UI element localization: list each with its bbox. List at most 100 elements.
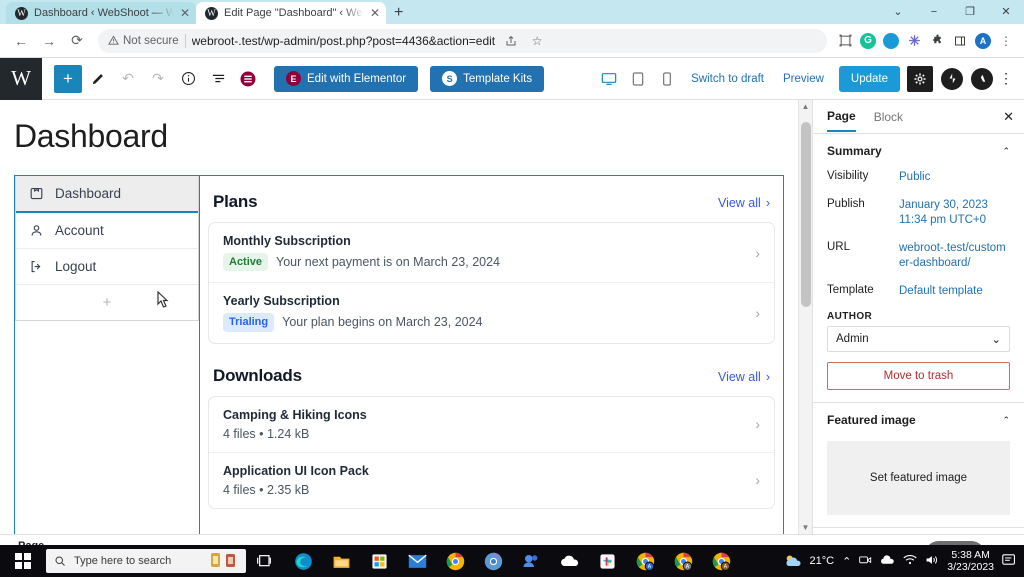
- share-icon[interactable]: [501, 31, 521, 51]
- slack-icon[interactable]: [588, 545, 626, 577]
- customer-dashboard-block[interactable]: Dashboard Account Logout +: [14, 175, 784, 534]
- puzzle-extensions-icon[interactable]: [927, 31, 947, 51]
- elementor-badge-icon[interactable]: [234, 65, 262, 93]
- weather-widget[interactable]: 21°C: [783, 553, 834, 569]
- row-value[interactable]: January 30, 2023 11:34 pm UTC+0: [899, 198, 1010, 229]
- editor-scrollbar[interactable]: ▲ ▼: [798, 100, 812, 534]
- row-value[interactable]: webroot-.test/customer-dashboard/: [899, 241, 1010, 272]
- move-to-trash-button[interactable]: Move to trash: [827, 362, 1010, 390]
- chevron-right-icon[interactable]: ›: [745, 245, 760, 261]
- more-options-icon[interactable]: ⋮: [996, 70, 1016, 87]
- astra-icon[interactable]: [971, 68, 993, 90]
- chevron-right-icon[interactable]: ›: [745, 416, 760, 432]
- set-featured-image-button[interactable]: Set featured image: [827, 441, 1010, 515]
- chevron-right-icon[interactable]: ›: [745, 305, 760, 321]
- chrome-profile-a-icon[interactable]: A: [626, 545, 664, 577]
- tab-block[interactable]: Block: [874, 102, 903, 131]
- back-icon[interactable]: ←: [8, 28, 34, 54]
- page-title[interactable]: Dashboard: [0, 118, 798, 175]
- edit-with-elementor-button[interactable]: E Edit with Elementor: [274, 66, 418, 92]
- sidebar-item-account[interactable]: Account: [16, 213, 198, 249]
- file-explorer-icon[interactable]: [322, 545, 360, 577]
- close-icon[interactable]: ✕: [180, 7, 190, 19]
- search-input[interactable]: Type here to search: [46, 549, 246, 573]
- notifications-icon[interactable]: [1002, 553, 1016, 569]
- volume-icon[interactable]: [925, 554, 939, 569]
- details-info-icon[interactable]: [174, 65, 202, 93]
- featured-image-header[interactable]: Featured image ⌃: [827, 413, 1010, 433]
- tab-search-chevron-icon[interactable]: ⌄: [880, 0, 916, 24]
- chrome-profile-c-icon[interactable]: A: [702, 545, 740, 577]
- mail-icon[interactable]: [398, 545, 436, 577]
- close-window-icon[interactable]: ✕: [988, 0, 1024, 24]
- onedrive-tray-icon[interactable]: [880, 555, 895, 568]
- chevron-right-icon[interactable]: ›: [745, 472, 760, 488]
- tablet-preview-icon[interactable]: [625, 66, 651, 92]
- sidebar-panel-icon[interactable]: [950, 31, 970, 51]
- wifi-icon[interactable]: [903, 554, 917, 568]
- template-kits-button[interactable]: S Template Kits: [430, 66, 544, 92]
- row-value[interactable]: Default template: [899, 284, 1010, 300]
- plan-row-monthly[interactable]: Monthly Subscription Active Your next pa…: [209, 223, 774, 283]
- edge-browser-icon[interactable]: [284, 545, 322, 577]
- microsoft-store-icon[interactable]: [360, 545, 398, 577]
- screenshot-frame-icon[interactable]: [835, 31, 855, 51]
- tab-page[interactable]: Page: [827, 101, 856, 132]
- download-row-appui[interactable]: Application UI Icon Pack 4 files • 2.35 …: [209, 453, 774, 508]
- wordpress-logo-icon[interactable]: W: [0, 58, 42, 100]
- show-hidden-icons-chevron[interactable]: ⌃: [842, 555, 851, 568]
- address-bar[interactable]: Not secure webroot-.test/wp-admin/post.p…: [98, 29, 827, 53]
- jetpack-icon[interactable]: [941, 68, 963, 90]
- update-button[interactable]: Update: [839, 66, 900, 92]
- summary-header[interactable]: Summary ⌃: [827, 144, 1010, 164]
- taskbar-clock[interactable]: 5:38 AM 3/23/2023: [947, 549, 994, 573]
- close-sidebar-icon[interactable]: ✕: [1003, 109, 1014, 125]
- minimize-icon[interactable]: −: [916, 0, 952, 24]
- plan-row-yearly[interactable]: Yearly Subscription Trialing Your plan b…: [209, 283, 774, 342]
- edit-pencil-icon[interactable]: [84, 65, 112, 93]
- task-view-icon[interactable]: [246, 545, 284, 577]
- preview-button[interactable]: Preview: [775, 73, 832, 85]
- asterisk-extension-icon[interactable]: [904, 31, 924, 51]
- undo-icon[interactable]: ↶: [114, 65, 142, 93]
- profile-avatar-icon[interactable]: A: [973, 31, 993, 51]
- pocket-cloud-icon[interactable]: [881, 31, 901, 51]
- bookmark-star-icon[interactable]: ☆: [527, 31, 547, 51]
- plans-view-all-link[interactable]: View all ›: [718, 196, 770, 210]
- onedrive-icon[interactable]: [550, 545, 588, 577]
- scrollbar-thumb[interactable]: [801, 122, 811, 307]
- scroll-up-icon[interactable]: ▲: [799, 102, 812, 111]
- settings-gear-icon[interactable]: [907, 66, 933, 92]
- chevron-up-icon[interactable]: ⌃: [1002, 415, 1010, 426]
- redo-icon[interactable]: ↷: [144, 65, 172, 93]
- reload-icon[interactable]: ⟳: [64, 28, 90, 54]
- sidebar-item-logout[interactable]: Logout: [16, 249, 198, 285]
- windows-start-icon[interactable]: [0, 545, 46, 577]
- not-secure-indicator[interactable]: Not secure: [108, 35, 179, 47]
- mobile-preview-icon[interactable]: [654, 66, 680, 92]
- list-view-icon[interactable]: [204, 65, 232, 93]
- chrome-icon[interactable]: [436, 545, 474, 577]
- switch-to-draft-button[interactable]: Switch to draft: [683, 73, 772, 85]
- sidebar-item-dashboard[interactable]: Dashboard: [16, 176, 198, 213]
- browser-tab-1[interactable]: W Dashboard ‹ WebShoot — Word ✕: [6, 2, 196, 24]
- desktop-preview-icon[interactable]: [596, 66, 622, 92]
- chrome-beta-icon[interactable]: [474, 545, 512, 577]
- chevron-up-icon[interactable]: ⌃: [1002, 146, 1010, 157]
- browser-tab-2[interactable]: W Edit Page "Dashboard" ‹ WebSho ✕: [196, 2, 386, 24]
- teams-icon[interactable]: [512, 545, 550, 577]
- author-select[interactable]: Admin ⌄: [827, 326, 1010, 352]
- chrome-menu-icon[interactable]: ⋮: [996, 31, 1016, 51]
- grammarly-icon[interactable]: G: [858, 31, 878, 51]
- download-row-camping[interactable]: Camping & Hiking Icons 4 files • 1.24 kB…: [209, 397, 774, 453]
- close-icon[interactable]: ✕: [370, 7, 380, 19]
- row-value[interactable]: Public: [899, 170, 1010, 186]
- add-nav-item-button[interactable]: +: [16, 285, 198, 320]
- maximize-icon[interactable]: ❐: [952, 0, 988, 24]
- editor-canvas[interactable]: Dashboard Dashboard Account: [0, 100, 798, 534]
- new-tab-button[interactable]: +: [394, 5, 403, 21]
- downloads-view-all-link[interactable]: View all ›: [718, 370, 770, 384]
- scroll-down-icon[interactable]: ▼: [799, 523, 812, 532]
- camera-icon[interactable]: [859, 554, 872, 568]
- add-block-icon[interactable]: +: [54, 65, 82, 93]
